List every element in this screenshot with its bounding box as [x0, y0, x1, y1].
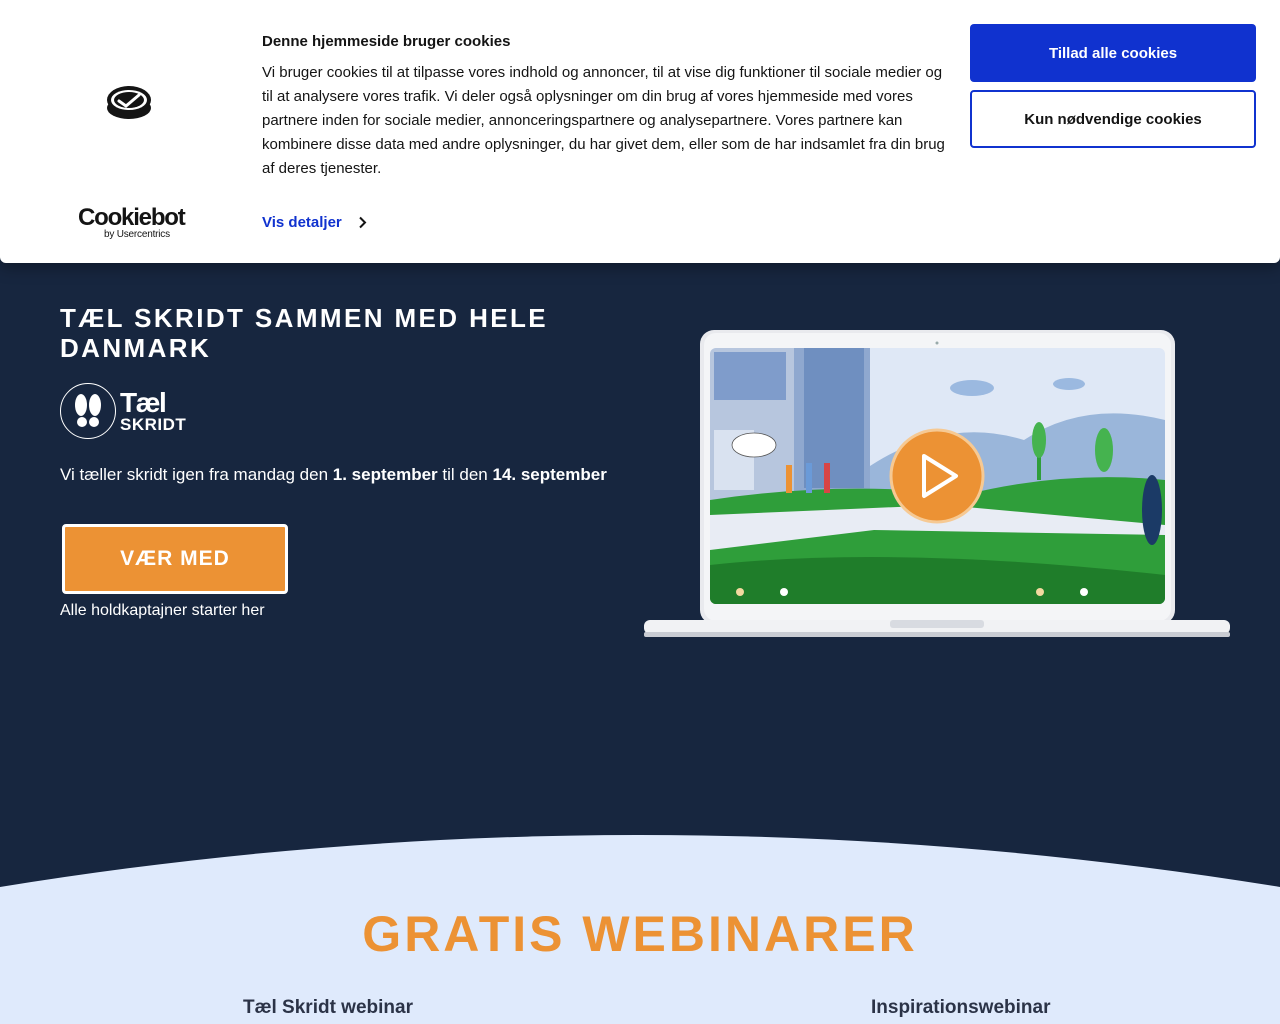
dates-text: Vi tæller skridt igen fra mandag den 1. …	[60, 465, 607, 485]
dates-prefix: Vi tæller skridt igen fra mandag den	[60, 465, 333, 484]
video-laptop[interactable]	[644, 330, 1230, 640]
join-note: Alle holdkaptajner starter her	[60, 602, 265, 619]
logo-line-2: SKRIDT	[120, 415, 187, 434]
webinar-item-1[interactable]: Tæl Skridt webinar	[243, 997, 413, 1019]
webinar-item-2[interactable]: Inspirationswebinar	[871, 997, 1050, 1019]
logo-line-1: Tæl	[120, 387, 167, 418]
footprints-icon	[60, 383, 116, 439]
play-icon[interactable]	[889, 428, 985, 524]
cookie-title: Denne hjemmeside bruger cookies	[262, 33, 511, 50]
dates-middle: til den	[437, 465, 493, 484]
cookiebot-logo: Cookiebot by Usercentrics	[78, 204, 186, 240]
cookie-details-link[interactable]: Vis detaljer	[262, 214, 369, 231]
tael-skridt-logo: Tæl SKRIDT	[60, 383, 186, 439]
date-start: 1. september	[332, 465, 438, 484]
cookiebot-icon	[107, 86, 151, 119]
cookiebot-logo-subtext: by Usercentrics	[104, 229, 170, 240]
date-end: 14. september	[492, 465, 607, 484]
allow-all-cookies-button[interactable]: Tillad alle cookies	[970, 24, 1256, 82]
webinars-title: GRATIS WEBINARER	[362, 906, 918, 962]
cookie-details-label: Vis detaljer	[262, 214, 342, 231]
join-button[interactable]: VÆR MED	[62, 524, 288, 594]
chevron-right-icon	[359, 216, 367, 229]
cookiebot-logo-text: Cookiebot	[78, 204, 186, 231]
necessary-cookies-button[interactable]: Kun nødvendige cookies	[970, 90, 1256, 148]
cookie-banner: Cookiebot by Usercentrics Denne hjemmesi…	[0, 0, 1280, 263]
cookie-description: Vi bruger cookies til at tilpasse vores …	[262, 64, 945, 177]
hero-title: TÆL SKRIDT SAMMEN MED HELE DANMARK	[60, 303, 549, 363]
